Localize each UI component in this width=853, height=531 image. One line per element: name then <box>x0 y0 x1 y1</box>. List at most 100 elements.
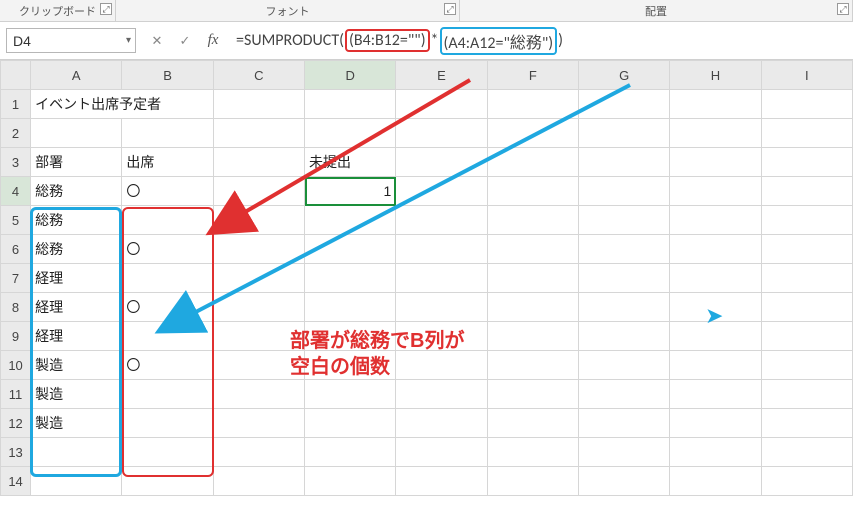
row-header-5[interactable]: 5 <box>1 206 31 235</box>
cell-F13[interactable] <box>487 438 578 467</box>
cell-A8[interactable]: 経理 <box>31 293 122 322</box>
cell-I11[interactable] <box>761 380 852 409</box>
cell-C6[interactable] <box>213 235 304 264</box>
row-header-1[interactable]: 1 <box>1 90 31 119</box>
cell-D13[interactable] <box>305 438 396 467</box>
cell-C10[interactable] <box>213 351 304 380</box>
cell-A6[interactable]: 総務 <box>31 235 122 264</box>
cell-A3[interactable]: 部署 <box>31 148 122 177</box>
cell-F11[interactable] <box>487 380 578 409</box>
cell-E11[interactable] <box>396 380 487 409</box>
cell-A12[interactable]: 製造 <box>31 409 122 438</box>
cell-D8[interactable] <box>305 293 396 322</box>
name-box[interactable]: D4 ▾ <box>6 28 136 53</box>
cell-I2[interactable] <box>761 119 852 148</box>
cell-F2[interactable] <box>487 119 578 148</box>
col-header-G[interactable]: G <box>578 61 669 90</box>
cell-D3[interactable]: 未提出 <box>305 148 396 177</box>
cell-C12[interactable] <box>213 409 304 438</box>
cell-H8[interactable] <box>670 293 761 322</box>
cell-A4[interactable]: 総務 <box>31 177 122 206</box>
cell-C1[interactable] <box>213 90 304 119</box>
cell-D14[interactable] <box>305 467 396 496</box>
cell-G8[interactable] <box>578 293 669 322</box>
cell-B10[interactable]: 〇 <box>122 351 213 380</box>
cell-I8[interactable] <box>761 293 852 322</box>
row-header-6[interactable]: 6 <box>1 235 31 264</box>
cell-D11[interactable] <box>305 380 396 409</box>
cell-D7[interactable] <box>305 264 396 293</box>
cell-A7[interactable]: 経理 <box>31 264 122 293</box>
row-header-3[interactable]: 3 <box>1 148 31 177</box>
cell-H5[interactable] <box>670 206 761 235</box>
cell-I12[interactable] <box>761 409 852 438</box>
cell-B5[interactable] <box>122 206 213 235</box>
cell-I9[interactable] <box>761 322 852 351</box>
cell-G11[interactable] <box>578 380 669 409</box>
cell-F1[interactable] <box>487 90 578 119</box>
cell-E9[interactable] <box>396 322 487 351</box>
cell-A1[interactable]: イベント出席予定者 <box>31 90 214 119</box>
cancel-icon[interactable]: ✕ <box>148 33 166 49</box>
cell-E1[interactable] <box>396 90 487 119</box>
select-all-corner[interactable] <box>1 61 31 90</box>
cell-C5[interactable] <box>213 206 304 235</box>
cell-C9[interactable] <box>213 322 304 351</box>
cell-I14[interactable] <box>761 467 852 496</box>
spreadsheet-grid[interactable]: A B C D E F G H I 1 イベント出席予定者 2 3 部署 <box>0 60 853 531</box>
dialog-launcher-icon[interactable]: ⤢ <box>444 3 456 15</box>
cell-D10[interactable] <box>305 351 396 380</box>
row-header-14[interactable]: 14 <box>1 467 31 496</box>
dialog-launcher-icon[interactable]: ⤢ <box>100 3 112 15</box>
cell-A2[interactable] <box>31 119 122 148</box>
cell-E2[interactable] <box>396 119 487 148</box>
cell-D4[interactable]: 1 <box>305 177 396 206</box>
cell-G6[interactable] <box>578 235 669 264</box>
cell-E6[interactable] <box>396 235 487 264</box>
cell-E3[interactable] <box>396 148 487 177</box>
cell-I7[interactable] <box>761 264 852 293</box>
col-header-B[interactable]: B <box>122 61 213 90</box>
cell-H6[interactable] <box>670 235 761 264</box>
cell-D12[interactable] <box>305 409 396 438</box>
row-header-2[interactable]: 2 <box>1 119 31 148</box>
cell-I13[interactable] <box>761 438 852 467</box>
cell-B13[interactable] <box>122 438 213 467</box>
row-header-11[interactable]: 11 <box>1 380 31 409</box>
cell-G12[interactable] <box>578 409 669 438</box>
cell-I6[interactable] <box>761 235 852 264</box>
cell-H2[interactable] <box>670 119 761 148</box>
col-header-A[interactable]: A <box>31 61 122 90</box>
cell-I4[interactable] <box>761 177 852 206</box>
cell-D5[interactable] <box>305 206 396 235</box>
cell-E8[interactable] <box>396 293 487 322</box>
cell-G13[interactable] <box>578 438 669 467</box>
cell-D2[interactable] <box>305 119 396 148</box>
cell-F5[interactable] <box>487 206 578 235</box>
cell-F3[interactable] <box>487 148 578 177</box>
col-header-D[interactable]: D <box>305 61 396 90</box>
cell-G14[interactable] <box>578 467 669 496</box>
col-header-F[interactable]: F <box>487 61 578 90</box>
col-header-I[interactable]: I <box>761 61 852 90</box>
cell-C7[interactable] <box>213 264 304 293</box>
cell-C3[interactable] <box>213 148 304 177</box>
cell-H13[interactable] <box>670 438 761 467</box>
cell-C13[interactable] <box>213 438 304 467</box>
cell-D1[interactable] <box>305 90 396 119</box>
cell-C14[interactable] <box>213 467 304 496</box>
cell-E14[interactable] <box>396 467 487 496</box>
cell-A14[interactable] <box>31 467 122 496</box>
cell-C2[interactable] <box>213 119 304 148</box>
cell-F12[interactable] <box>487 409 578 438</box>
row-header-4[interactable]: 4 <box>1 177 31 206</box>
col-header-E[interactable]: E <box>396 61 487 90</box>
fx-icon[interactable]: fx <box>204 32 222 49</box>
cell-D6[interactable] <box>305 235 396 264</box>
cell-B11[interactable] <box>122 380 213 409</box>
row-header-13[interactable]: 13 <box>1 438 31 467</box>
cell-B8[interactable]: 〇 <box>122 293 213 322</box>
cell-C4[interactable] <box>213 177 304 206</box>
cell-I3[interactable] <box>761 148 852 177</box>
row-header-8[interactable]: 8 <box>1 293 31 322</box>
